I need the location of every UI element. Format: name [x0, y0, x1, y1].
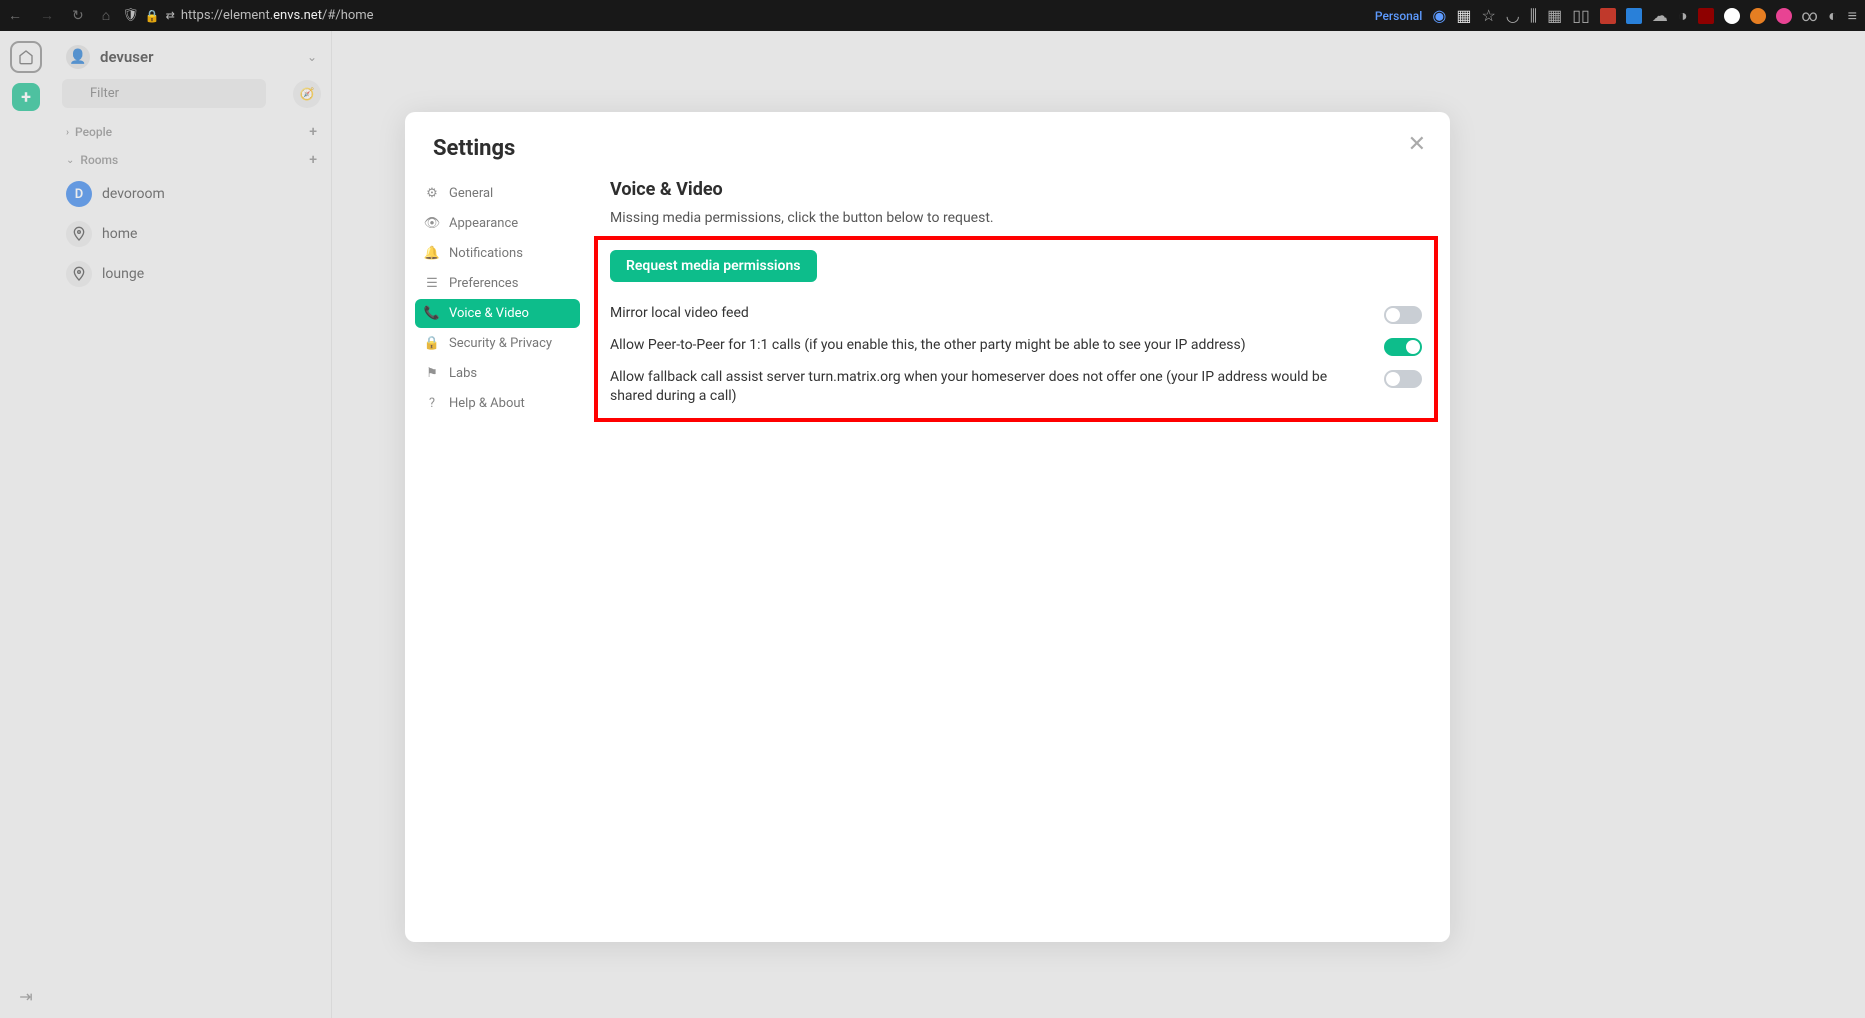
url-bar[interactable]: 🛡 🔒 ⇄ https://element.envs.net/#/home	[122, 8, 1363, 23]
pocket-icon[interactable]: ◡	[1506, 6, 1520, 25]
toggle-row: Mirror local video feed	[610, 298, 1422, 330]
ext-icon-2[interactable]: ▯▯	[1572, 6, 1590, 25]
back-icon[interactable]: ←	[8, 7, 22, 24]
toggle-label: Mirror local video feed	[610, 304, 1364, 323]
browser-toolbar: ← → ↻ ⌂ 🛡 🔒 ⇄ https://element.envs.net/#…	[0, 0, 1865, 31]
ext-icon-circle[interactable]	[1724, 8, 1740, 24]
eye-icon: 👁	[425, 216, 439, 231]
p2p-toggle[interactable]	[1384, 338, 1422, 356]
star-icon[interactable]: ☆	[1481, 6, 1495, 25]
nav-label: Preferences	[449, 276, 518, 291]
ext-icon-4[interactable]: ◑	[1678, 6, 1688, 26]
close-button[interactable]: ✕	[1408, 132, 1426, 157]
dialog-title: Settings	[433, 136, 1422, 161]
shield-icon[interactable]: 🛡	[122, 8, 139, 23]
nav-preferences[interactable]: ☰ Preferences	[415, 269, 580, 298]
nav-label: General	[449, 186, 493, 201]
ext-icon-1[interactable]: ▦	[1547, 6, 1562, 25]
grid-icon[interactable]: ▦	[1456, 6, 1471, 25]
phone-icon: 📞	[425, 306, 439, 321]
permission-icon[interactable]: ⇄	[166, 9, 175, 22]
toggle-label: Allow Peer-to-Peer for 1:1 calls (if you…	[610, 336, 1364, 355]
lock-icon[interactable]: 🔒	[145, 9, 160, 23]
nav-help[interactable]: ? Help & About	[415, 389, 580, 418]
nav-label: Security & Privacy	[449, 336, 552, 351]
nav-general[interactable]: ⚙ General	[415, 179, 580, 208]
gear-icon: ⚙	[425, 186, 439, 201]
nav-security[interactable]: 🔒 Security & Privacy	[415, 329, 580, 358]
mirror-video-toggle[interactable]	[1384, 306, 1422, 324]
missing-permissions-text: Missing media permissions, click the but…	[610, 210, 1420, 226]
library-icon[interactable]: ⫼	[1530, 6, 1537, 26]
ext-icon-3[interactable]: ☁	[1652, 6, 1668, 25]
forward-icon[interactable]: →	[40, 7, 54, 24]
flag-icon: ⚑	[425, 366, 439, 381]
nav-notifications[interactable]: 🔔 Notifications	[415, 239, 580, 268]
ext-icon-pink[interactable]	[1776, 8, 1792, 24]
nav-voice-video[interactable]: 📞 Voice & Video	[415, 299, 580, 328]
ext-icon-orange[interactable]	[1750, 8, 1766, 24]
nav-labs[interactable]: ⚑ Labs	[415, 359, 580, 388]
request-permissions-button[interactable]: Request media permissions	[610, 250, 817, 282]
ext-icon-hd[interactable]	[1600, 8, 1616, 24]
settings-nav: ⚙ General 👁 Appearance 🔔 Notifications ☰…	[405, 169, 580, 942]
settings-dialog: ✕ Settings ⚙ General 👁 Appearance 🔔 Noti…	[405, 112, 1450, 942]
help-icon: ?	[425, 396, 439, 411]
settings-body: Voice & Video Missing media permissions,…	[580, 169, 1450, 942]
section-heading: Voice & Video	[610, 179, 1420, 200]
nav-label: Help & About	[449, 396, 525, 411]
nav-label: Notifications	[449, 246, 523, 261]
nav-label: Voice & Video	[449, 306, 529, 321]
toggle-label: Allow fallback call assist server turn.m…	[610, 368, 1364, 406]
nav-label: Labs	[449, 366, 477, 381]
ext-icon-uo[interactable]	[1698, 8, 1714, 24]
ext-icon-s[interactable]	[1626, 8, 1642, 24]
fallback-assist-toggle[interactable]	[1384, 370, 1422, 388]
fingerprint-icon[interactable]: ◉	[1432, 6, 1446, 25]
bell-icon: 🔔	[425, 246, 439, 261]
nav-appearance[interactable]: 👁 Appearance	[415, 209, 580, 238]
hamburger-icon[interactable]: ≡	[1848, 6, 1857, 26]
nav-label: Appearance	[449, 216, 518, 231]
toggle-row: Allow fallback call assist server turn.m…	[610, 362, 1422, 412]
highlight-annotation: Request media permissions Mirror local v…	[594, 236, 1438, 422]
ext-icon-6[interactable]: ◐	[1828, 6, 1838, 26]
reload-icon[interactable]: ↻	[72, 8, 84, 24]
lock-icon: 🔒	[425, 336, 439, 351]
ext-icon-5[interactable]: ∞	[1802, 6, 1818, 25]
toggle-row: Allow Peer-to-Peer for 1:1 calls (if you…	[610, 330, 1422, 362]
sliders-icon: ☰	[425, 276, 439, 291]
home-icon[interactable]: ⌂	[102, 7, 110, 24]
container-label[interactable]: Personal	[1375, 9, 1422, 23]
